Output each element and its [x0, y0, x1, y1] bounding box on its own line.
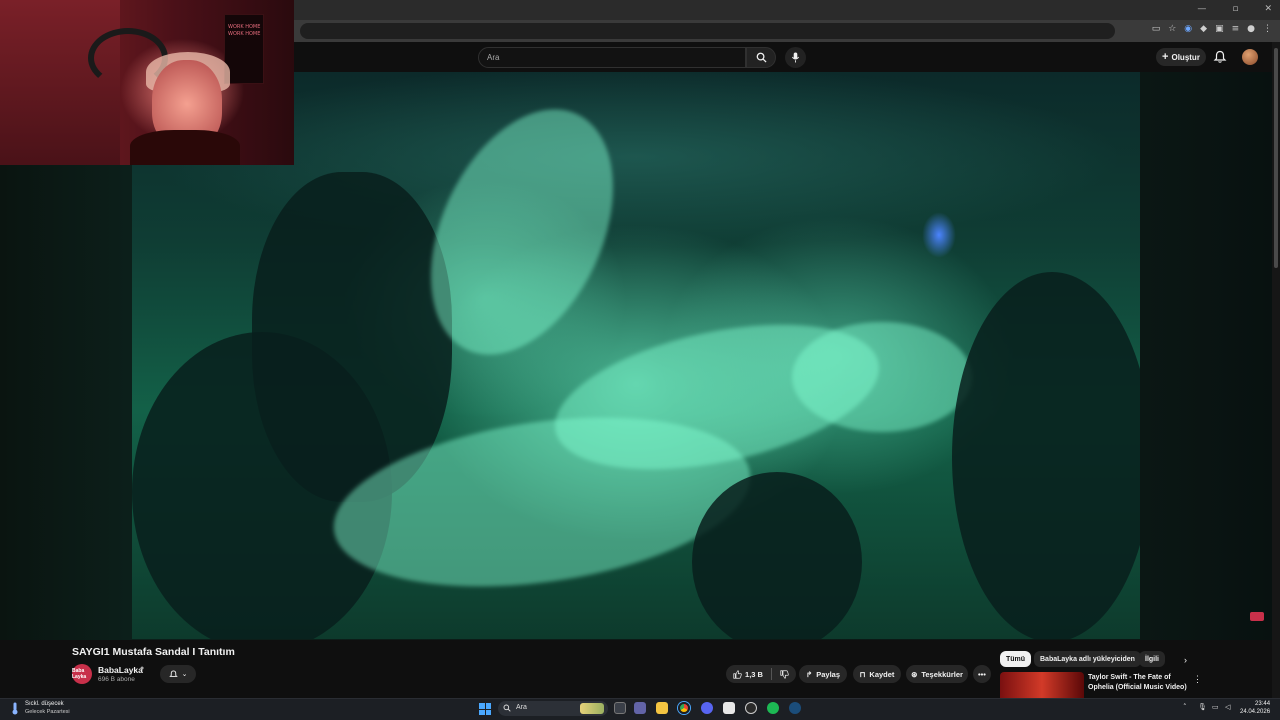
video-title: SAYGI1 Mustafa Sandal I Tanıtım	[72, 646, 235, 658]
extension-icon[interactable]: ◉	[1184, 24, 1192, 34]
chevron-down-icon: ⌄	[181, 671, 188, 678]
close-icon[interactable]: ✕	[1264, 4, 1272, 14]
save-button[interactable]: ⊓ Kaydet	[853, 665, 901, 683]
bell-icon	[168, 670, 178, 677]
tray-chevron-icon[interactable]: ˄	[1183, 703, 1187, 711]
volume-icon[interactable]: ◁	[1225, 703, 1230, 711]
search-icon	[503, 704, 511, 712]
account-avatar[interactable]	[1242, 49, 1258, 65]
more-vertical-icon[interactable]: ⋮	[1193, 674, 1202, 685]
notifications-bell-icon[interactable]	[1213, 50, 1227, 64]
minimize-icon[interactable]: —	[1197, 4, 1206, 14]
more-actions-button[interactable]: •••	[973, 665, 991, 683]
teams-icon[interactable]	[634, 702, 646, 714]
windows-start-icon[interactable]	[479, 703, 491, 715]
task-view-icon[interactable]	[614, 702, 626, 714]
bookmark-icon: ⊓	[859, 669, 866, 679]
crowd-silhouette	[952, 272, 1140, 639]
super-thanks-icon: ⊛	[911, 669, 918, 679]
save-label: Kaydet	[869, 669, 895, 679]
clock-time: 23:44	[1255, 701, 1271, 707]
search-input[interactable]: Ara	[478, 47, 746, 68]
puzzle-icon[interactable]: ▣	[1215, 24, 1224, 34]
webcam-overlay: WORK HOME WORK HOME	[0, 0, 294, 165]
microphone-tray-icon[interactable]: 🎙	[1198, 703, 1207, 711]
weather-text[interactable]: Sıckl. düşecek	[25, 701, 64, 707]
like-divider	[770, 668, 772, 680]
subscriber-count: 696 B abone	[98, 676, 135, 683]
clock-date: 24.04.2026	[1240, 709, 1271, 715]
profile-icon[interactable]: ●	[1247, 24, 1255, 34]
cast-icon[interactable]: ▭	[1152, 24, 1161, 34]
maximize-icon[interactable]: ▫	[1232, 4, 1238, 14]
like-count: 1,3 B	[745, 669, 763, 679]
recommendation-thumbnail[interactable]	[1000, 672, 1084, 700]
network-icon[interactable]: ▭	[1212, 703, 1219, 711]
diamond-icon[interactable]: ◆	[1200, 24, 1207, 34]
subscribed-notification-button[interactable]: ⌄	[160, 665, 196, 683]
channel-name[interactable]: BabaLayka	[98, 665, 143, 675]
calendar-icon[interactable]	[723, 702, 735, 714]
raised-hands	[792, 322, 972, 432]
window-controls: — ▫ ✕	[1197, 4, 1272, 14]
crowd-silhouette	[692, 472, 862, 639]
like-button[interactable]: 1,3 B	[733, 670, 763, 679]
thanks-label: Teşekkürler	[921, 669, 963, 679]
spotify-icon[interactable]	[767, 702, 779, 714]
voice-search-button[interactable]	[785, 47, 806, 68]
share-icon: ↱	[805, 669, 813, 679]
create-label: Oluştur	[1171, 52, 1200, 62]
webcam-poster-text: WORK HOME WORK HOME	[228, 24, 261, 37]
file-explorer-icon[interactable]	[656, 702, 668, 714]
channel-watermark	[1250, 612, 1264, 621]
search-highlight-icon	[580, 703, 604, 714]
more-horizontal-icon: •••	[978, 669, 986, 679]
chip-related[interactable]: İlgili	[1139, 651, 1165, 667]
search-icon	[756, 52, 767, 63]
microphone-icon	[791, 52, 800, 63]
thumbs-up-icon	[733, 669, 742, 679]
address-bar[interactable]	[300, 23, 1115, 39]
webcam-person-body	[130, 130, 240, 165]
channel-logo-text: Baba Layka	[72, 668, 87, 680]
stage-light	[922, 212, 956, 258]
share-button[interactable]: ↱ Paylaş	[799, 665, 847, 683]
star-icon[interactable]: ☆	[1168, 24, 1176, 34]
search-button[interactable]	[746, 47, 776, 68]
create-button[interactable]: + Oluştur	[1156, 48, 1206, 66]
obs-icon[interactable]	[745, 702, 757, 714]
channel-avatar[interactable]: Baba Layka	[72, 664, 92, 684]
thanks-button[interactable]: ⊛ Teşekkürler	[906, 665, 968, 683]
chrome-icon[interactable]	[678, 702, 690, 714]
chevron-right-icon[interactable]: ›	[1184, 655, 1187, 665]
page-scrollbar-thumb[interactable]	[1274, 48, 1278, 268]
sidebar-icon[interactable]: ≡	[1232, 24, 1240, 34]
menu-icon[interactable]: ⋮	[1263, 24, 1272, 34]
browser-toolbar-icons: ▭ ☆ ◉ ◆ ▣ ≡ ● ⋮	[1152, 24, 1272, 34]
chip-all[interactable]: Tümü	[1000, 651, 1032, 667]
weather-subtext: Gelecek Pazartesi	[25, 709, 70, 715]
webcam-shelf	[0, 0, 120, 165]
share-label: Paylaş	[816, 669, 841, 679]
chip-from-uploader[interactable]: BabaLayka adlı yükleyiciden	[1034, 651, 1141, 667]
verified-icon: ●	[140, 665, 145, 672]
weather-icon[interactable]	[10, 702, 20, 715]
like-dislike-group: 1,3 B	[726, 665, 796, 683]
taskbar-clock[interactable]: 23:44 24.04.2026	[1240, 700, 1270, 716]
steam-icon[interactable]	[789, 702, 801, 714]
plus-icon: +	[1162, 51, 1169, 63]
thumbs-down-icon[interactable]	[780, 669, 789, 679]
discord-icon[interactable]	[701, 702, 713, 714]
recommendation-title[interactable]: Taylor Swift - The Fate of Ophelia (Offi…	[1088, 673, 1188, 693]
